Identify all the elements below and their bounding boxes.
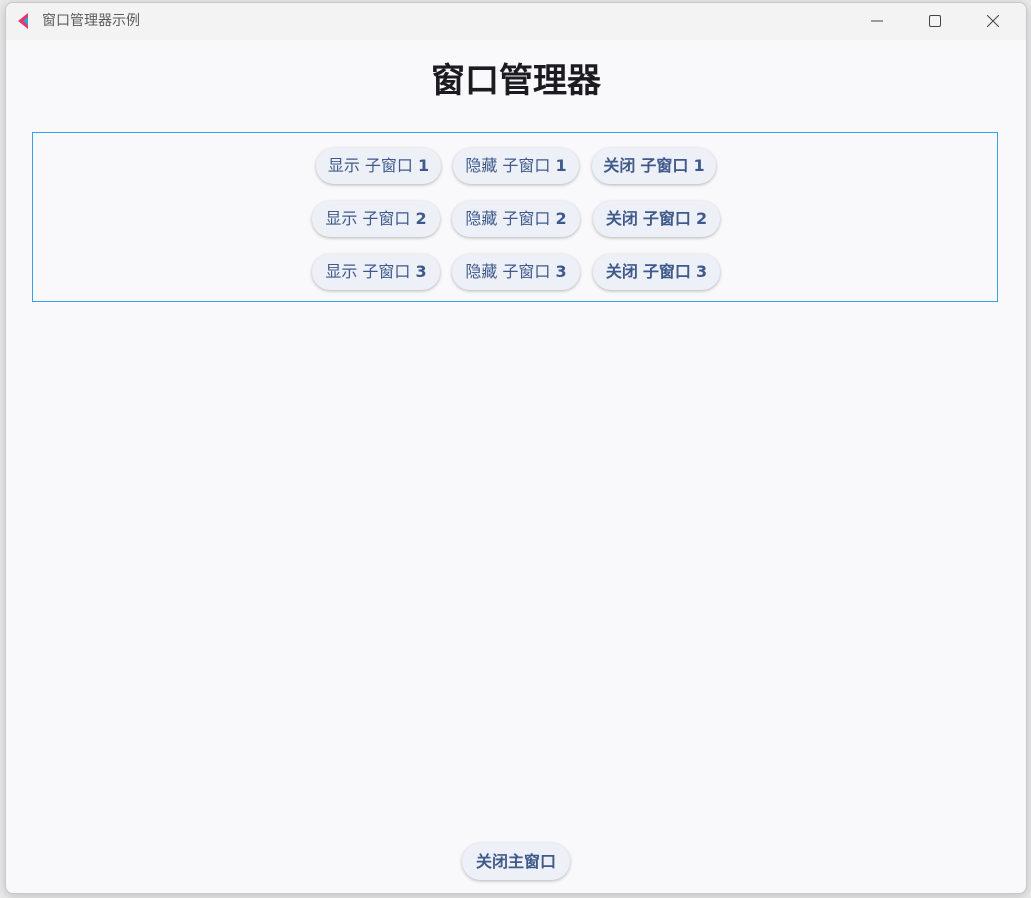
hide-child-window-3-button[interactable]: 隐藏 子窗口 3: [452, 254, 580, 290]
close-child-window-3-button[interactable]: 关闭 子窗口 3: [593, 254, 720, 290]
app-window: 窗口管理器示例 窗口管理器 显示 子窗口 1 隐藏 子窗口 1 关闭 子窗口 1…: [5, 2, 1027, 894]
hide-child-window-2-button[interactable]: 隐藏 子窗口 2: [452, 201, 580, 237]
maximize-button[interactable]: [906, 3, 964, 40]
child-window-controls-panel: 显示 子窗口 1 隐藏 子窗口 1 关闭 子窗口 1 显示 子窗口 2 隐藏 子…: [32, 132, 998, 302]
minimize-icon: [871, 20, 883, 22]
window-title: 窗口管理器示例: [42, 13, 140, 29]
show-child-window-2-button[interactable]: 显示 子窗口 2: [312, 201, 440, 237]
close-child-window-2-button[interactable]: 关闭 子窗口 2: [593, 201, 720, 237]
show-child-window-1-button[interactable]: 显示 子窗口 1: [316, 148, 441, 184]
hide-child-window-1-button[interactable]: 隐藏 子窗口 1: [453, 148, 579, 184]
minimize-button[interactable]: [848, 3, 906, 40]
close-window-button[interactable]: [964, 3, 1022, 40]
app-logo-icon: [16, 12, 34, 30]
close-child-window-1-button[interactable]: 关闭 子窗口 1: [592, 148, 716, 184]
close-icon: [987, 15, 999, 27]
maximize-icon: [929, 15, 941, 27]
title-bar[interactable]: 窗口管理器示例: [6, 3, 1026, 40]
show-child-window-3-button[interactable]: 显示 子窗口 3: [312, 254, 440, 290]
close-main-window-button[interactable]: 关闭主窗口: [462, 843, 570, 880]
page-title: 窗口管理器: [431, 61, 601, 101]
